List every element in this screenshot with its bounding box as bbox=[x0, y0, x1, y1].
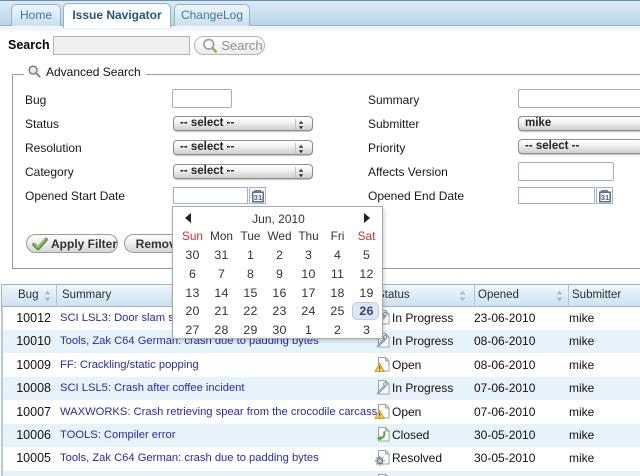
svg-text:31: 31 bbox=[601, 193, 610, 202]
svg-text:31: 31 bbox=[254, 193, 263, 202]
